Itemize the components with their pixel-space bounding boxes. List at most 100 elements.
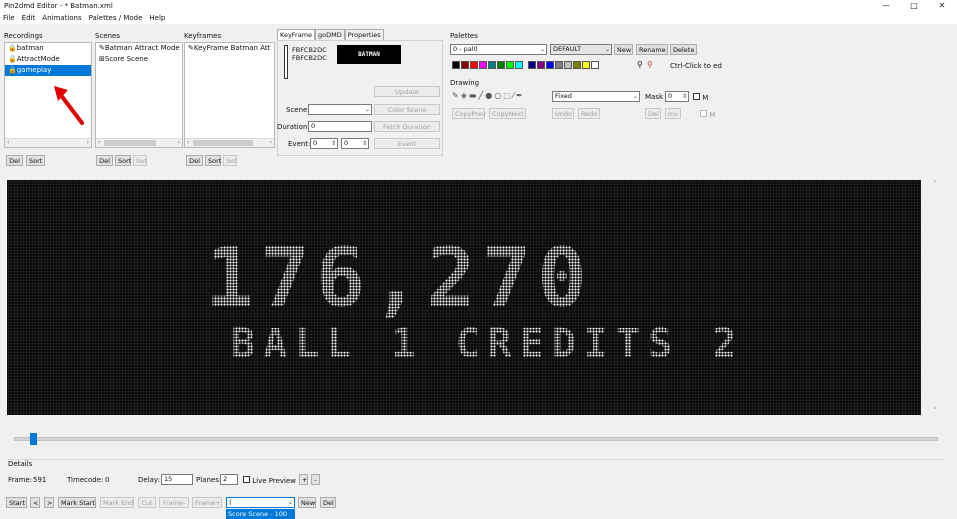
menu-help[interactable]: Help	[149, 13, 165, 24]
palette-swatch[interactable]	[591, 61, 599, 69]
palette-swatch[interactable]	[452, 61, 460, 69]
scene-select[interactable]: ⌄	[308, 104, 372, 115]
dmd-display[interactable]: 176,270 BALL 1 CREDITS 2	[7, 180, 921, 415]
palette-swatch[interactable]	[582, 61, 590, 69]
dmd-vscroll[interactable]: ˄ ˅	[930, 180, 940, 415]
scroll-down-icon[interactable]: ˅	[930, 407, 940, 415]
checkbox-icon[interactable]	[693, 93, 700, 100]
palette-type-select[interactable]: DEFAULT ⌄	[550, 44, 612, 55]
planes-input[interactable]: 2	[220, 474, 238, 485]
keyframe-item[interactable]: ✎KeyFrame Batman Att	[185, 43, 274, 54]
next-button[interactable]: >	[44, 497, 54, 508]
scenes-del-button[interactable]: Del	[96, 155, 113, 166]
prev-button[interactable]: <	[30, 497, 40, 508]
mask-m-checkbox[interactable]: M	[700, 110, 715, 119]
color-scene-button[interactable]: Color Scene	[374, 104, 440, 115]
palette-swatch[interactable]	[573, 61, 581, 69]
recording-item-gameplay[interactable]: 🔒gameplay	[5, 65, 91, 76]
palette-rename-button[interactable]: Rename	[636, 44, 668, 55]
recordings-hscroll[interactable]: ‹ ›	[5, 138, 91, 147]
palette-swatch[interactable]	[515, 61, 523, 69]
palette-swatch[interactable]	[488, 61, 496, 69]
palette-swatch[interactable]	[506, 61, 514, 69]
inv-button[interactable]: Inv	[665, 108, 681, 119]
recordings-del-button[interactable]: Del	[6, 155, 23, 166]
palette-swatch[interactable]	[555, 61, 563, 69]
scroll-left-icon[interactable]: ‹	[98, 139, 100, 147]
scroll-right-icon[interactable]: ›	[87, 139, 89, 147]
palette-select[interactable]: 0 - pal0 ⌄	[450, 44, 547, 55]
plus-button[interactable]: +	[299, 474, 308, 485]
palette-swatch[interactable]	[497, 61, 505, 69]
palette-new-button[interactable]: New	[614, 44, 633, 55]
undo-button[interactable]: Undo	[552, 108, 574, 119]
mask-checkbox[interactable]: M	[693, 93, 708, 102]
scenes-hscroll[interactable]: ‹ ›	[96, 138, 182, 147]
drawing-tools[interactable]: ✎◈▬╱●○⬚⁄✒	[452, 91, 525, 100]
keyframes-list[interactable]: ✎KeyFrame Batman Att ‹ ›	[184, 42, 275, 148]
circle-icon[interactable]: ●	[485, 91, 494, 100]
scroll-left-icon[interactable]: ‹	[187, 139, 189, 147]
fill-mode-select[interactable]: Fixed ⌄	[552, 91, 640, 102]
start-button[interactable]: Start	[6, 497, 27, 508]
frame-slider-track[interactable]	[14, 437, 938, 441]
keyframes-set-button[interactable]: Set	[223, 155, 237, 166]
eyedropper-icon[interactable]: ⚲	[637, 60, 643, 69]
palette-swatches[interactable]	[452, 61, 600, 71]
mark-start-button[interactable]: Mark Start	[58, 497, 96, 508]
fetch-duration-button[interactable]: Fetch Duration	[374, 121, 440, 132]
cut-button[interactable]: Cut	[138, 497, 156, 508]
minus-button[interactable]: -	[311, 474, 320, 485]
pencil-icon[interactable]: ✎	[452, 91, 461, 100]
keyframes-hscroll-thumb[interactable]	[193, 140, 253, 146]
picker-icon[interactable]: ⚲	[647, 60, 653, 69]
duration-input[interactable]: 0	[308, 121, 372, 132]
palette-swatch[interactable]	[537, 61, 545, 69]
scene-dropdown[interactable]: | ⌄	[226, 497, 295, 508]
event-input-2[interactable]: 0 ⇕	[341, 138, 369, 149]
scenes-set-button[interactable]: Set	[133, 155, 147, 166]
palette-swatch[interactable]	[564, 61, 572, 69]
recording-item-batman[interactable]: 🔒batman	[5, 43, 91, 54]
redo-button[interactable]: Redo	[578, 108, 600, 119]
fill-icon[interactable]: ◈	[461, 91, 469, 100]
maximize-button[interactable]: □	[904, 0, 924, 13]
event-button[interactable]: Event	[374, 138, 440, 149]
event-input-1[interactable]: 0 ⇕	[310, 138, 338, 149]
scenes-list[interactable]: ✎Batman Attract Mode ⊞Score Scene ‹ ›	[95, 42, 183, 148]
ellipse-icon[interactable]: ○	[494, 91, 503, 100]
minimize-button[interactable]: —	[876, 0, 896, 13]
scroll-right-icon[interactable]: ›	[270, 139, 272, 147]
menu-animations[interactable]: Animations	[42, 13, 81, 24]
checkbox-icon[interactable]	[700, 110, 707, 117]
menu-edit[interactable]: Edit	[22, 13, 36, 24]
scroll-up-icon[interactable]: ˄	[930, 180, 940, 188]
live-preview-checkbox[interactable]: Live Preview	[243, 476, 296, 485]
scroll-left-icon[interactable]: ‹	[7, 139, 9, 147]
menu-file[interactable]: File	[3, 13, 15, 24]
frame-minus-button[interactable]: Frame-	[159, 497, 189, 508]
scenes-sort-button[interactable]: Sort	[115, 155, 131, 166]
rect-icon[interactable]: ▬	[469, 91, 479, 100]
update-button[interactable]: Update	[374, 86, 440, 97]
close-button[interactable]: ✕	[932, 0, 952, 13]
keyframes-sort-button[interactable]: Sort	[205, 155, 221, 166]
frame-plus-button[interactable]: Frame+	[192, 497, 222, 508]
color-picker-icon[interactable]: ✒	[516, 91, 525, 100]
spinner-icon[interactable]: ⇕	[362, 139, 367, 148]
keyframes-hscroll[interactable]: ‹ ›	[185, 138, 274, 147]
palette-swatch[interactable]	[528, 61, 536, 69]
palette-swatch[interactable]	[546, 61, 554, 69]
menu-palettes-mode[interactable]: Palettes / Mode	[89, 13, 143, 24]
recordings-sort-button[interactable]: Sort	[26, 155, 45, 166]
del-button[interactable]: Del	[645, 108, 661, 119]
copy-prev-button[interactable]: CopyPrev	[452, 108, 486, 119]
delay-input[interactable]: 15	[161, 474, 193, 485]
keyframes-del-button[interactable]: Del	[186, 155, 203, 166]
scene-item-score-scene[interactable]: ⊞Score Scene	[96, 54, 182, 65]
spinner-icon[interactable]: ⇕	[331, 139, 336, 148]
checkbox-icon[interactable]	[243, 476, 250, 483]
mark-end-button[interactable]: Mark End	[100, 497, 134, 508]
palette-swatch[interactable]	[470, 61, 478, 69]
palette-delete-button[interactable]: Delete	[670, 44, 697, 55]
